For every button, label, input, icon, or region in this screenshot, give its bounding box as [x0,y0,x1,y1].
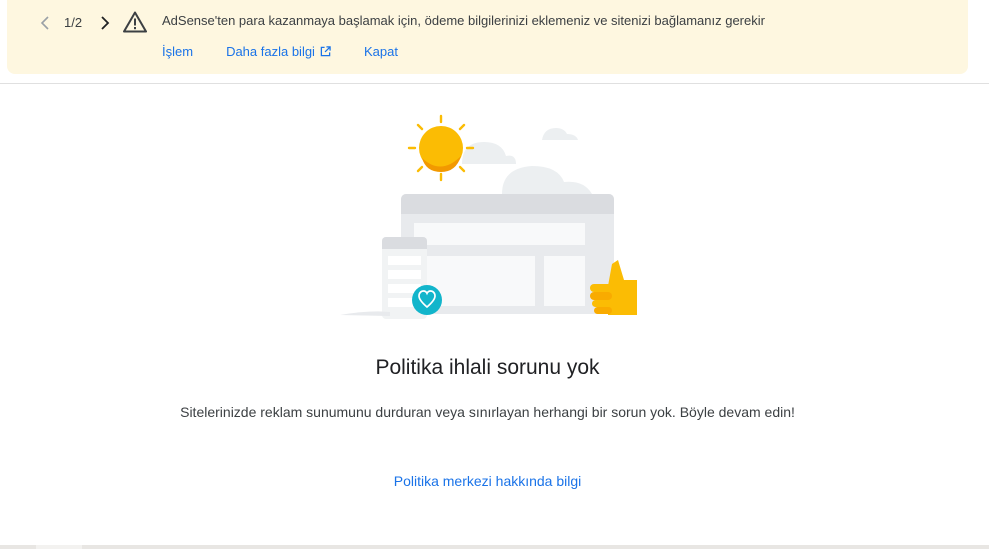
more-info-link[interactable]: Daha fazla bilgi [226,44,331,59]
action-link[interactable]: İşlem [162,44,193,59]
chevron-right-icon [101,16,110,30]
policy-center-link-wrapper: Politika merkezi hakkında bilgi [0,473,975,489]
notification-banner: 1/2 AdSense'ten para kazanmaya başlamak … [7,0,968,74]
bottom-strip [0,545,989,549]
open-in-new-icon [320,46,331,57]
close-banner-link[interactable]: Kapat [364,44,398,59]
previous-notification-button[interactable] [35,12,55,34]
bottom-strip-segment [36,545,82,549]
notification-pager-count: 1/2 [64,15,83,30]
banner-message: AdSense'ten para kazanmaya başlamak için… [162,13,765,28]
policy-center-link[interactable]: Politika merkezi hakkında bilgi [394,473,582,489]
cloud-icon [462,142,516,164]
header-divider [0,83,989,84]
next-notification-button[interactable] [95,12,115,34]
heart-badge-icon [412,285,442,315]
sun-icon [407,114,475,182]
empty-state-title: Politika ihlali sorunu yok [375,356,600,379]
page: 1/2 AdSense'ten para kazanmaya başlamak … [0,0,989,549]
chevron-left-icon [40,16,49,30]
sunny-website-thumbs-up-illustration [340,114,637,319]
more-info-label: Daha fazla bilgi [226,44,315,59]
cloud-icon [502,166,592,194]
empty-state-description: Sitelerinizde reklam sunumunu durduran v… [180,404,795,420]
banner-actions: İşlem Daha fazla bilgi Kapat [162,44,398,59]
cloud-icon [542,128,578,140]
warning-triangle-icon [123,11,147,33]
